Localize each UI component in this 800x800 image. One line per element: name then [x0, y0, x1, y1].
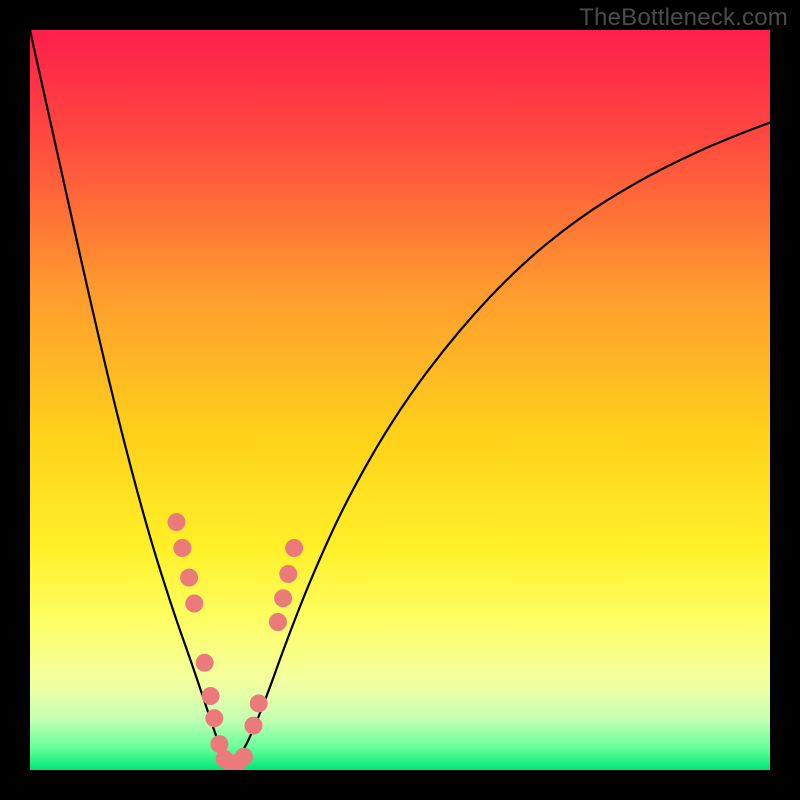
curve-marker: [196, 654, 214, 672]
curve-marker: [185, 595, 203, 613]
curve-marker: [245, 717, 263, 735]
bottleneck-curve: [30, 30, 770, 760]
curve-marker: [250, 694, 268, 712]
curve-marker: [269, 613, 287, 631]
watermark-text: TheBottleneck.com: [579, 4, 788, 32]
curve-marker: [180, 569, 198, 587]
curve-marker: [285, 539, 303, 557]
outer-frame: TheBottleneck.com: [0, 0, 800, 800]
curve-marker: [205, 709, 223, 727]
curve-marker: [235, 748, 253, 766]
curve-marker: [274, 589, 292, 607]
curve-layer: [30, 30, 770, 770]
curve-marker: [168, 513, 186, 531]
curve-markers: [168, 513, 304, 770]
curve-marker: [173, 539, 191, 557]
curve-marker: [202, 687, 220, 705]
curve-marker: [279, 565, 297, 583]
plot-area: [30, 30, 770, 770]
